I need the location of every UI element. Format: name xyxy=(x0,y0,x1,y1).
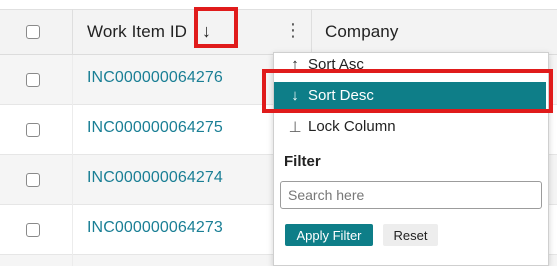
column-header-work-item-id[interactable]: Work Item ID xyxy=(87,22,187,42)
lock-column-item[interactable]: ⊥ Lock Column xyxy=(274,113,546,141)
column-divider xyxy=(72,55,73,266)
pin-icon: ⊥ xyxy=(288,119,302,136)
column-header-company[interactable]: Company xyxy=(325,22,398,42)
filter-heading: Filter xyxy=(284,153,321,170)
work-item-id-link[interactable]: INC000000064276 xyxy=(87,69,223,87)
work-item-id-link[interactable]: INC000000064274 xyxy=(87,169,223,187)
lock-column-label: Lock Column xyxy=(308,118,396,135)
header-divider xyxy=(311,9,312,55)
column-menu-icon[interactable]: ⋮ xyxy=(284,20,302,41)
work-item-id-link[interactable]: INC000000064273 xyxy=(87,219,223,237)
header-divider xyxy=(72,9,73,55)
grid-header: Work Item ID ↓ ⋮ Company xyxy=(0,9,557,55)
apply-filter-button[interactable]: Apply Filter xyxy=(285,224,373,246)
row-checkbox[interactable] xyxy=(26,173,40,187)
row-checkbox[interactable] xyxy=(26,223,40,237)
sort-desc-highlight xyxy=(262,69,553,113)
search-input[interactable] xyxy=(280,181,542,209)
row-checkbox[interactable] xyxy=(26,73,40,87)
work-item-id-link[interactable]: INC000000064275 xyxy=(87,119,223,137)
sort-indicator-highlight xyxy=(194,7,238,48)
select-all-checkbox[interactable] xyxy=(26,25,40,39)
row-checkbox[interactable] xyxy=(26,123,40,137)
reset-button[interactable]: Reset xyxy=(383,224,438,246)
